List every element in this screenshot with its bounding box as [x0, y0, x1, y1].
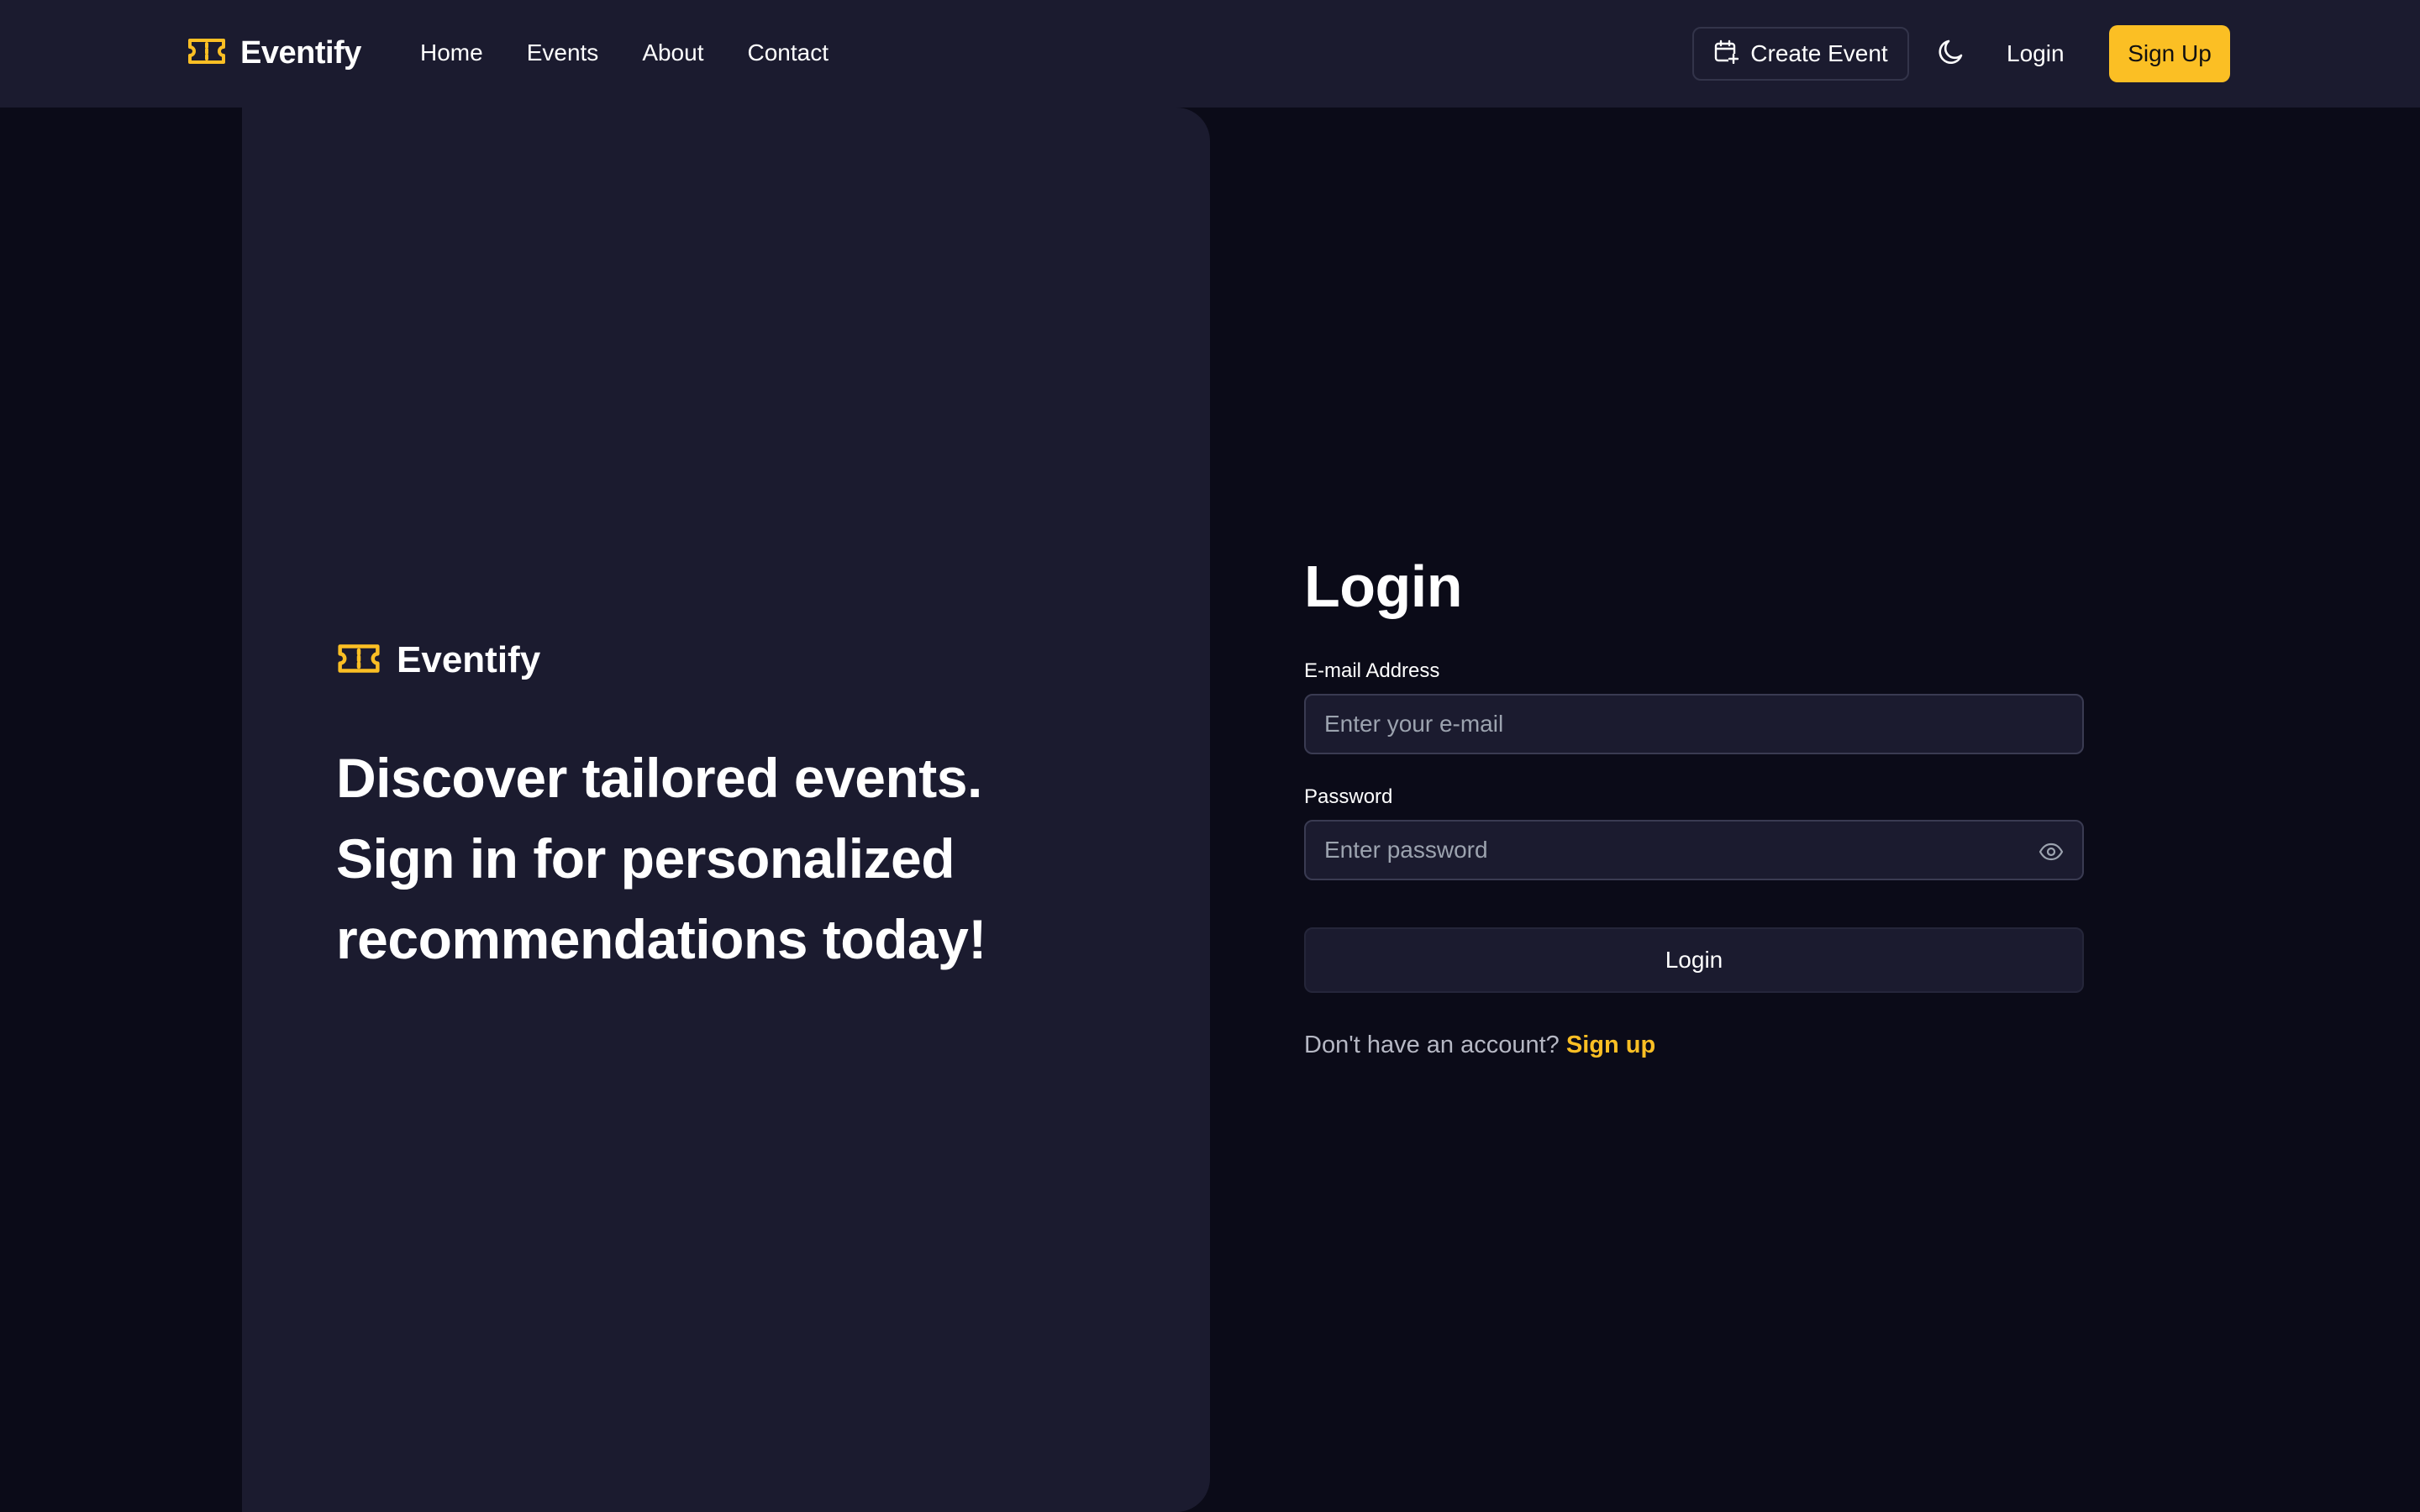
hero-headline-line: Discover tailored events. [336, 747, 982, 809]
password-field[interactable] [1324, 837, 2064, 864]
main-nav: Home Events About Contact [420, 25, 829, 81]
signup-prompt-text: Don't have an account? [1304, 1032, 1560, 1058]
login-title: Login [1304, 554, 1462, 619]
password-field-wrapper [1304, 820, 2084, 880]
login-submit-button[interactable]: Login [1304, 927, 2084, 993]
nav-link-about[interactable]: About [642, 39, 703, 66]
create-event-label: Create Event [1750, 40, 1888, 66]
nav-link-events[interactable]: Events [527, 39, 599, 66]
email-field-wrapper [1304, 694, 2084, 754]
nav-login-link[interactable]: Login [2007, 27, 2065, 81]
brand-name: Eventify [240, 34, 361, 71]
brand-logo-link[interactable]: Eventify [187, 25, 361, 81]
hero-headline-line: recommendations today! [336, 908, 986, 970]
ticket-icon [187, 37, 227, 70]
hero-headline: Discover tailored events. Sign in for pe… [336, 738, 1092, 979]
hero-brand: Eventify [336, 633, 540, 687]
nav-link-contact[interactable]: Contact [747, 39, 829, 66]
password-label: Password [1304, 785, 1393, 808]
calendar-plus-icon [1713, 39, 1739, 70]
top-navbar: Eventify Home Events About Contact Creat… [0, 0, 2420, 108]
signup-prompt: Don't have an account? Sign up [1304, 1032, 2084, 1059]
login-form: Login E-mail Address Password Login Don'… [1304, 548, 2084, 1059]
signup-link[interactable]: Sign up [1566, 1032, 1655, 1058]
moon-icon [1936, 37, 1966, 71]
ticket-icon [336, 643, 381, 679]
email-field[interactable] [1324, 711, 2064, 738]
hero-headline-line: Sign in for personalized [336, 827, 955, 890]
create-event-button[interactable]: Create Event [1692, 27, 1909, 81]
nav-signup-button[interactable]: Sign Up [2109, 25, 2230, 82]
eye-icon[interactable] [2039, 840, 2064, 864]
nav-link-home[interactable]: Home [420, 39, 483, 66]
hero-brand-name: Eventify [397, 639, 541, 680]
theme-toggle-button[interactable] [1931, 34, 1971, 74]
email-label: E-mail Address [1304, 659, 1440, 682]
